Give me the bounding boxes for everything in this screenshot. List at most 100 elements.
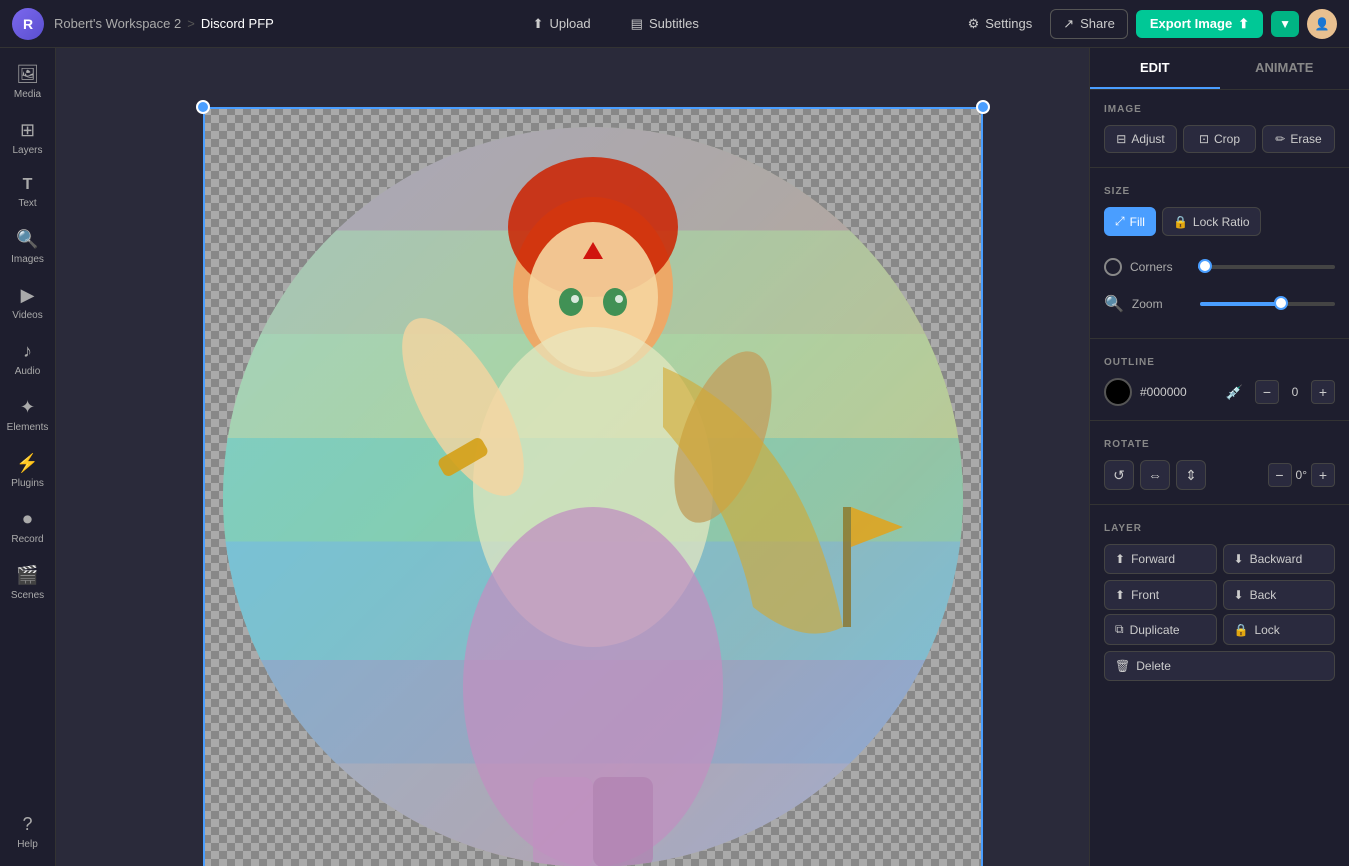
zoom-icon: 🔍	[1104, 294, 1124, 314]
outline-increase-button[interactable]: +	[1311, 380, 1335, 404]
left-sidebar: 🖼 Media ⊞ Layers T Text 🔍 Images ▶ Video…	[0, 48, 56, 866]
outline-color-hex: #000000	[1140, 385, 1214, 399]
export-dropdown-button[interactable]: ▼	[1271, 11, 1299, 37]
tab-animate[interactable]: ANIMATE	[1220, 48, 1349, 89]
canvas-container	[203, 107, 983, 866]
fill-icon: ⤢	[1115, 214, 1125, 229]
flip-v-button[interactable]: ⇕	[1176, 460, 1206, 490]
back-button[interactable]: ⬇ Back	[1223, 580, 1336, 610]
adjust-button[interactable]: ⊟ Adjust	[1104, 125, 1177, 153]
help-icon: ?	[22, 814, 32, 835]
handle-top-left[interactable]	[196, 100, 210, 114]
app-logo: R	[12, 8, 44, 40]
zoom-slider-fill	[1200, 302, 1281, 306]
sidebar-item-scenes[interactable]: 🎬 Scenes	[4, 557, 52, 609]
user-avatar[interactable]: 👤	[1307, 9, 1337, 39]
flip-h-button[interactable]: ⇔	[1140, 460, 1170, 490]
divider-2	[1090, 338, 1349, 339]
media-icon: 🖼	[16, 64, 39, 85]
rotate-value: 0°	[1296, 468, 1307, 482]
size-buttons: ⤢ Fill 🔒 Lock Ratio	[1104, 207, 1335, 236]
rotate-section: ROTATE ↺ ⇔ ⇕ − 0° +	[1090, 425, 1349, 500]
erase-button[interactable]: ✏ Erase	[1262, 125, 1335, 153]
corners-slider-thumb[interactable]	[1198, 259, 1212, 273]
lock-button[interactable]: 🔒 Lock	[1223, 614, 1336, 645]
sidebar-item-layers[interactable]: ⊞ Layers	[4, 112, 52, 164]
rotate-decrease-button[interactable]: −	[1268, 463, 1292, 487]
duplicate-button[interactable]: ⧉ Duplicate	[1104, 614, 1217, 645]
erase-icon: ✏	[1275, 132, 1285, 146]
settings-icon: ⚙	[968, 16, 980, 32]
outline-num-control: − 0 +	[1255, 380, 1335, 404]
crop-button[interactable]: ⊡ Crop	[1183, 125, 1256, 153]
backward-button[interactable]: ⬇ Backward	[1223, 544, 1336, 574]
lock-icon: 🔒	[1173, 215, 1188, 229]
plugins-icon: ⚡	[16, 453, 38, 474]
divider-3	[1090, 420, 1349, 421]
delete-icon: 🗑	[1115, 659, 1130, 673]
canvas-area[interactable]	[56, 48, 1089, 866]
forward-icon: ⬆	[1115, 552, 1125, 566]
image-buttons: ⊟ Adjust ⊡ Crop ✏ Erase	[1104, 125, 1335, 153]
divider-1	[1090, 167, 1349, 168]
corners-label: Corners	[1130, 260, 1190, 274]
rotate-value-control: − 0° +	[1268, 463, 1335, 487]
sidebar-item-elements[interactable]: ✦ Elements	[4, 389, 52, 441]
lock-ratio-button[interactable]: 🔒 Lock Ratio	[1162, 207, 1261, 236]
corners-slider-row: Corners	[1104, 254, 1335, 280]
image-section-label: IMAGE	[1104, 104, 1335, 115]
outline-decrease-button[interactable]: −	[1255, 380, 1279, 404]
delete-button[interactable]: 🗑 Delete	[1104, 651, 1335, 681]
fill-button[interactable]: ⤢ Fill	[1104, 207, 1156, 236]
record-icon: ⏺	[23, 509, 32, 530]
canvas-image-element[interactable]	[203, 107, 983, 866]
export-button[interactable]: Export Image ⬆	[1136, 10, 1263, 38]
share-button[interactable]: ↗ Share	[1050, 9, 1128, 39]
rotate-ccw-button[interactable]: ↺	[1104, 460, 1134, 490]
forward-button[interactable]: ⬆ Forward	[1104, 544, 1217, 574]
topbar-center: ⬆ Upload ▤ Subtitles	[274, 10, 958, 38]
sidebar-item-text[interactable]: T Text	[4, 168, 52, 217]
rotate-increase-button[interactable]: +	[1311, 463, 1335, 487]
eyedropper-button[interactable]: 💉	[1222, 380, 1247, 405]
subtitles-button[interactable]: ▤ Subtitles	[621, 10, 709, 38]
outline-section-label: OUTLINE	[1104, 357, 1335, 368]
size-section-label: SIZE	[1104, 186, 1335, 197]
duplicate-icon: ⧉	[1115, 622, 1124, 637]
delete-row: 🗑 Delete	[1104, 651, 1335, 681]
sidebar-item-media[interactable]: 🖼 Media	[4, 56, 52, 108]
outline-color-swatch[interactable]	[1104, 378, 1132, 406]
zoom-slider[interactable]	[1200, 302, 1335, 306]
tab-edit[interactable]: EDIT	[1090, 48, 1220, 89]
corners-slider[interactable]	[1198, 265, 1335, 269]
share-icon: ↗	[1063, 16, 1074, 32]
audio-icon: ♪	[23, 341, 32, 362]
sidebar-item-record[interactable]: ⏺ Record	[4, 501, 52, 553]
upload-button[interactable]: ⬆ Upload	[523, 10, 601, 38]
zoom-slider-thumb[interactable]	[1274, 296, 1288, 310]
corners-dot	[1104, 258, 1122, 276]
sidebar-item-videos[interactable]: ▶ Videos	[4, 277, 52, 329]
videos-icon: ▶	[21, 285, 35, 306]
lock-layer-icon: 🔒	[1234, 623, 1249, 637]
front-button[interactable]: ⬆ Front	[1104, 580, 1217, 610]
character-layer	[223, 127, 963, 866]
sidebar-item-images[interactable]: 🔍 Images	[4, 221, 52, 273]
adjust-icon: ⊟	[1116, 132, 1126, 146]
sidebar-item-help[interactable]: ? Help	[4, 806, 52, 858]
outline-value: 0	[1283, 385, 1307, 399]
upload-icon: ⬆	[533, 16, 544, 32]
layer-section: LAYER ⬆ Forward ⬇ Backward ⬆ Front ⬇ Bac…	[1090, 509, 1349, 693]
zoom-label: Zoom	[1132, 297, 1192, 311]
handle-top-right[interactable]	[976, 100, 990, 114]
sidebar-item-plugins[interactable]: ⚡ Plugins	[4, 445, 52, 497]
workspace-name[interactable]: Robert's Workspace 2	[54, 16, 181, 31]
sidebar-item-audio[interactable]: ♪ Audio	[4, 333, 52, 385]
rotate-row: ↺ ⇔ ⇕ − 0° +	[1104, 460, 1335, 490]
project-name[interactable]: Discord PFP	[201, 16, 274, 31]
circle-clip	[223, 127, 963, 866]
divider-4	[1090, 504, 1349, 505]
topbar: R Robert's Workspace 2 > Discord PFP ⬆ U…	[0, 0, 1349, 48]
canvas-wrapper	[183, 67, 963, 847]
settings-button[interactable]: ⚙ Settings	[958, 10, 1043, 38]
